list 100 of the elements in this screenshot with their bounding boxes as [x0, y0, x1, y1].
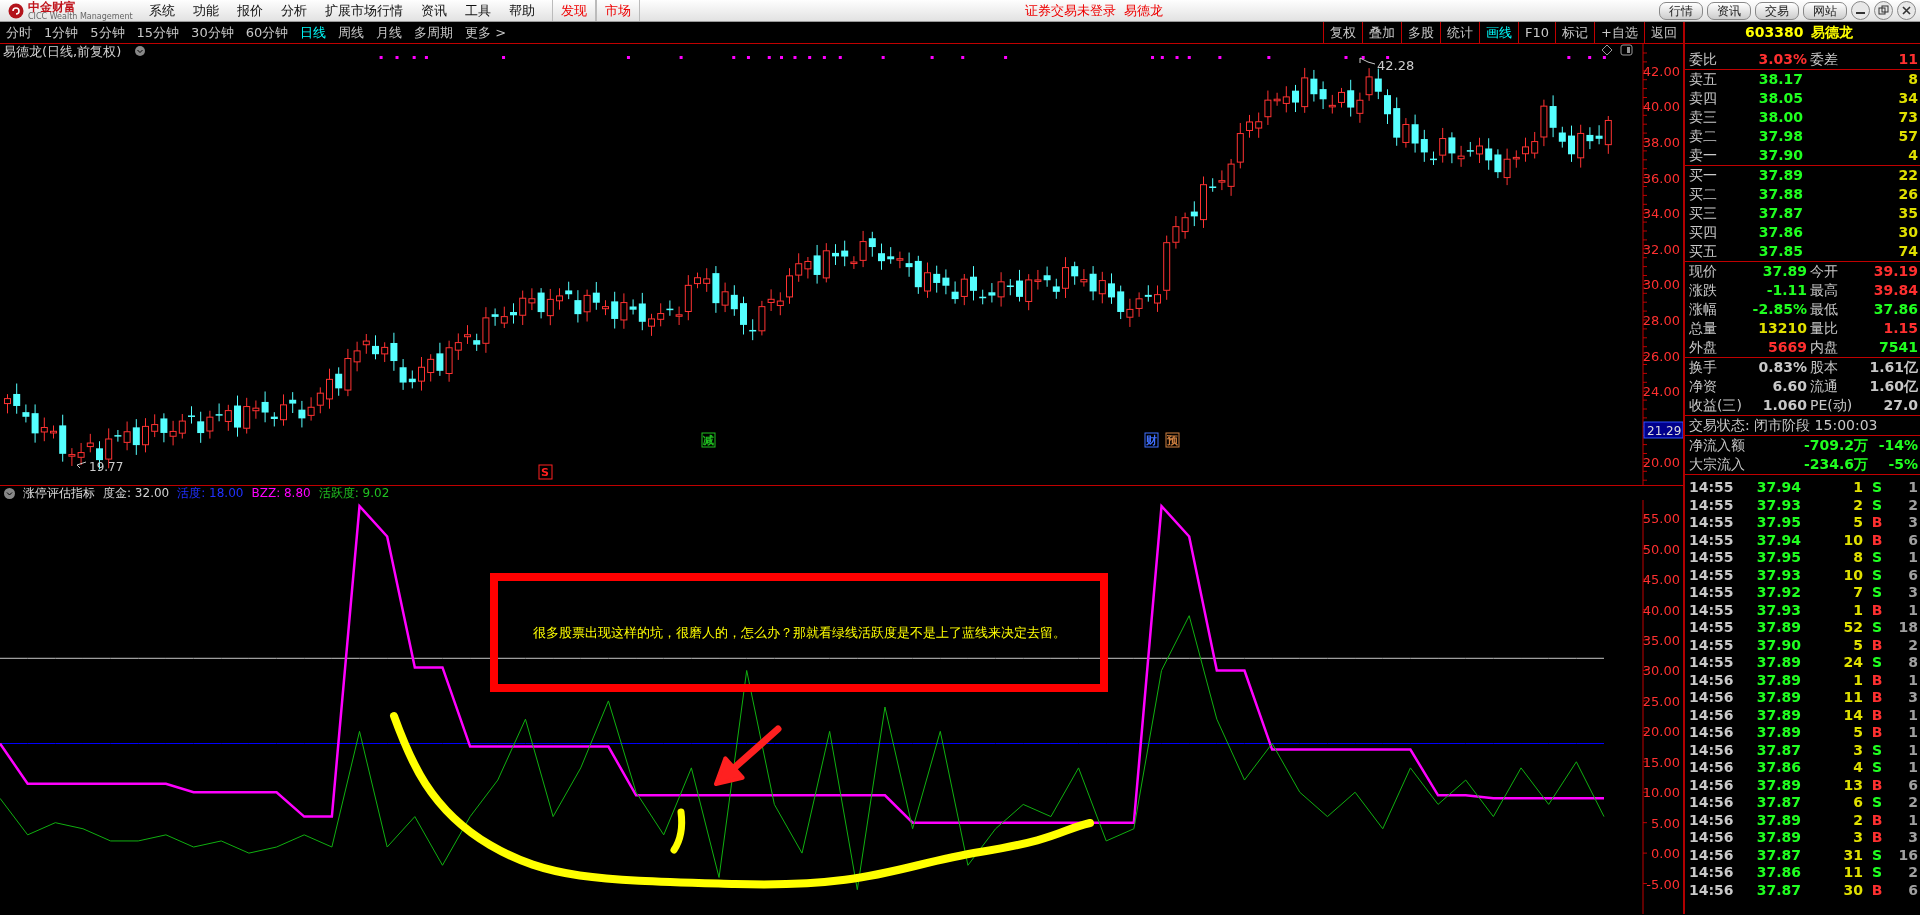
- toolbar-button[interactable]: 行情: [1659, 1, 1703, 20]
- period-tab[interactable]: 15分钟: [130, 22, 186, 43]
- tick-volume: 10: [1842, 531, 1863, 549]
- menu-item[interactable]: 资讯: [412, 0, 456, 21]
- tick-side: B: [1870, 811, 1884, 829]
- field-value: 5669: [1768, 338, 1807, 357]
- field-value: -1.11: [1766, 281, 1807, 300]
- chart-tool-button[interactable]: F10: [1518, 22, 1556, 43]
- tick-count: 1: [1907, 811, 1918, 829]
- tick-time: 14:55: [1689, 584, 1735, 602]
- flow-percent: -5%: [1887, 455, 1918, 474]
- tick-count: 6: [1907, 531, 1918, 549]
- tick-price: 37.93: [1755, 496, 1801, 514]
- order-volume: 26: [1897, 185, 1918, 204]
- tick-price: 37.89: [1755, 706, 1801, 724]
- toolbar-button[interactable]: 资讯: [1707, 1, 1751, 20]
- toolbar-button[interactable]: 网站: [1803, 1, 1847, 20]
- axis-label: 35.00: [1642, 633, 1680, 649]
- chart-tool-button[interactable]: 统计: [1440, 22, 1480, 43]
- tick-volume: 7: [1852, 584, 1863, 602]
- callout-text: 很多股票出现这样的坑，很磨人的，怎么办？那就看绿线活跃度是不是上了蓝线来决定去留。: [532, 625, 1066, 640]
- field-value: 37.89: [1762, 262, 1807, 281]
- period-tab[interactable]: 周线: [332, 22, 371, 43]
- chart-tool-button[interactable]: 多股: [1401, 22, 1441, 43]
- chart-tool-button[interactable]: 复权: [1323, 22, 1363, 43]
- menu-item[interactable]: 报价: [228, 0, 272, 21]
- chart-tool-button[interactable]: 标记: [1555, 22, 1595, 43]
- tick-time: 14:55: [1689, 601, 1735, 619]
- field-label: 现价: [1689, 262, 1717, 281]
- series-name: 活跃度: [318, 485, 355, 500]
- axis-label: 28.00: [1642, 312, 1680, 328]
- menu-item[interactable]: 工具: [456, 0, 500, 21]
- period-tab[interactable]: 更多 >: [459, 22, 513, 43]
- menu-item[interactable]: 扩展市场行情: [316, 0, 412, 21]
- tick-volume: 30: [1842, 881, 1863, 899]
- axis-label: 10.00: [1642, 785, 1680, 801]
- tick-side: B: [1870, 724, 1884, 742]
- field-value: 11: [1898, 50, 1918, 69]
- axis-label: 5.00: [1651, 815, 1680, 831]
- tick-side: B: [1870, 829, 1884, 847]
- field-label: 换手: [1689, 358, 1717, 377]
- tick-side: B: [1870, 601, 1884, 619]
- field-label: 委差: [1810, 50, 1838, 69]
- axis-label: 45.00: [1642, 572, 1680, 588]
- tick-time: 14:55: [1689, 479, 1735, 497]
- menu-item[interactable]: 分析: [272, 0, 316, 21]
- tick-time: 14:56: [1689, 706, 1735, 724]
- axis-label: -5.00: [1646, 876, 1680, 892]
- tick-price: 37.86: [1755, 864, 1801, 882]
- event-marker: S: [538, 464, 553, 480]
- period-tab[interactable]: 5分钟: [84, 22, 131, 43]
- axis-label: 50.00: [1642, 541, 1680, 557]
- flow-amount: -234.6万: [1802, 455, 1868, 474]
- period-tab[interactable]: 日线: [294, 22, 333, 43]
- tick-volume: 31: [1842, 846, 1863, 864]
- tick-time: 14:56: [1689, 811, 1735, 829]
- tick-count: 2: [1907, 636, 1918, 654]
- tick-count: 1: [1907, 671, 1918, 689]
- axis-label: 26.00: [1642, 348, 1680, 364]
- tick-count: 6: [1907, 881, 1918, 899]
- tick-count: 1: [1907, 759, 1918, 777]
- axis-label: 34.00: [1642, 206, 1680, 222]
- menu-item[interactable]: 功能: [184, 0, 228, 21]
- field-label: 买四: [1689, 223, 1718, 242]
- chart-tool-button[interactable]: 画线: [1479, 22, 1519, 43]
- period-tab[interactable]: 30分钟: [185, 22, 240, 43]
- axis-label: 25.00: [1642, 693, 1680, 709]
- menu-item[interactable]: 系统: [140, 0, 184, 21]
- menu-tab[interactable]: 市场: [596, 0, 640, 21]
- period-tab[interactable]: 月线: [370, 22, 409, 43]
- chart-tool-button[interactable]: 叠加: [1362, 22, 1402, 43]
- period-tab[interactable]: 60分钟: [239, 22, 295, 43]
- field-label: 外盘: [1689, 338, 1717, 357]
- axis-label: 55.00: [1642, 511, 1680, 527]
- chart-tool-button[interactable]: 返回: [1644, 22, 1683, 43]
- tick-price: 37.87: [1755, 846, 1801, 864]
- menu-tab[interactable]: 发现: [552, 0, 596, 21]
- tick-count: 3: [1907, 829, 1918, 847]
- period-tab[interactable]: 1分钟: [38, 22, 85, 43]
- tick-price: 37.87: [1755, 741, 1801, 759]
- tick-price: 37.89: [1755, 654, 1801, 672]
- chart-tool-button[interactable]: +自选: [1594, 22, 1644, 43]
- field-value: 7541: [1879, 338, 1918, 357]
- tick-price: 37.89: [1755, 619, 1801, 637]
- menu-item[interactable]: 帮助: [500, 0, 544, 21]
- period-tab[interactable]: 多周期: [408, 22, 460, 43]
- tick-time: 14:55: [1689, 566, 1735, 584]
- tick-volume: 6: [1852, 794, 1863, 812]
- order-volume: 35: [1897, 204, 1918, 223]
- tick-side: S: [1870, 479, 1884, 497]
- tick-time: 14:55: [1689, 531, 1735, 549]
- flow-amount: -709.2万: [1802, 436, 1868, 455]
- flow-percent: -14%: [1877, 436, 1918, 455]
- tick-count: 3: [1907, 514, 1918, 532]
- field-label: 涨跌: [1689, 281, 1717, 300]
- order-volume: 34: [1897, 89, 1918, 108]
- tick-price: 37.93: [1755, 601, 1801, 619]
- period-tab[interactable]: 分时: [0, 22, 38, 43]
- toolbar-button[interactable]: 交易: [1755, 1, 1799, 20]
- stock-name: 易德龙: [1811, 23, 1854, 42]
